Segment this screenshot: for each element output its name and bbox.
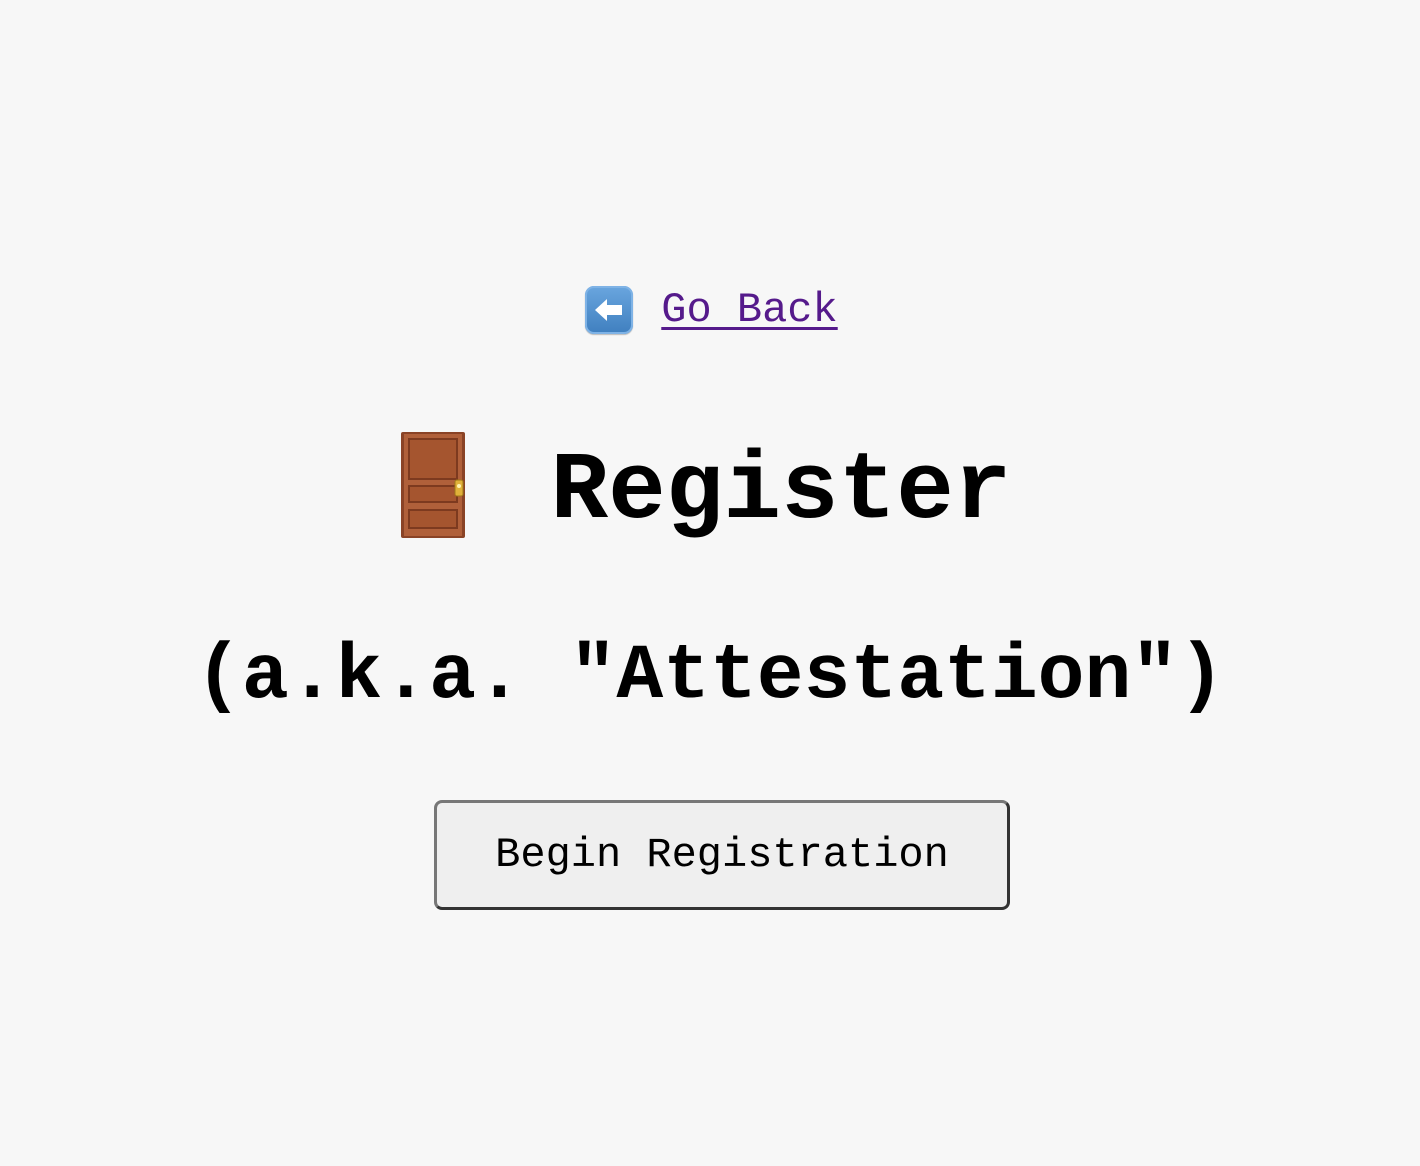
begin-registration-button[interactable]: Begin Registration (434, 800, 1010, 910)
page-subtitle: (a.k.a. "Attestation") (195, 633, 1225, 721)
back-nav: Go Back (0, 286, 1420, 334)
left-arrow-icon[interactable] (585, 286, 634, 334)
title-row: Register (0, 430, 1420, 540)
page-title: Register (550, 437, 1012, 546)
door-icon (399, 430, 469, 540)
go-back-link[interactable]: Go Back (661, 289, 837, 331)
page: Go Back Register (a.k.a. "Attestation") … (0, 0, 1420, 1166)
